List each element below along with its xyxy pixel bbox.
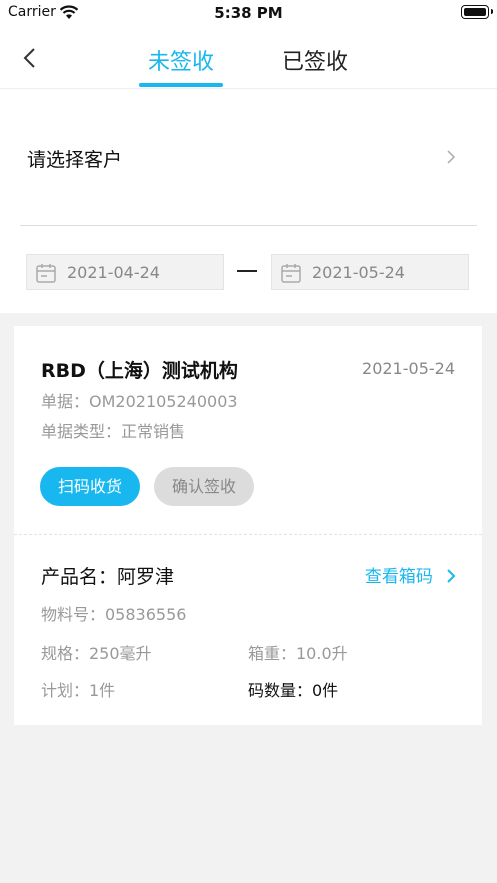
document-type: 单据类型：正常销售 [41,422,186,441]
view-box-code-label: 查看箱码 [364,567,433,587]
order-card: RBD（上海）测试机构 2021-05-24 单据：OM202105240003… [14,326,482,725]
clock-time: 5:38 PM [214,4,283,22]
box-weight: 箱重：10.0升 [248,644,348,663]
product-name: 产品名：阿罗津 [41,566,175,588]
back-icon[interactable] [18,46,42,70]
document-number: 单据：OM202105240003 [41,392,238,411]
confirm-sign-button[interactable]: 确认签收 [154,467,254,506]
start-date-picker[interactable]: 2021-04-24 [26,254,224,290]
chevron-right-icon [447,150,456,164]
date-range-separator [237,270,257,272]
status-bar: Carrier 5:38 PM [0,0,497,26]
filter-panel: 请选择客户 2021-04-24 2021-05-24 [0,89,497,313]
chevron-right-icon [447,569,456,583]
scan-receive-button[interactable]: 扫码收货 [40,467,140,506]
customer-placeholder: 请选择客户 [27,149,123,171]
view-box-code-link[interactable]: 查看箱码 [364,562,456,587]
top-nav: 未签收 已签收 [0,26,497,89]
material-number: 物料号：05836556 [41,605,187,624]
card-divider [14,534,482,535]
calendar-icon [36,264,56,283]
tab-unsigned[interactable]: 未签收 [148,44,214,76]
start-date-value: 2021-04-24 [67,263,160,282]
battery-icon [461,5,493,19]
tab-signed[interactable]: 已签收 [282,44,348,76]
org-name: RBD（上海）测试机构 [41,360,238,382]
calendar-icon [281,264,301,283]
code-quantity: 码数量：0件 [248,681,339,700]
active-tab-indicator [139,83,223,87]
customer-selector[interactable]: 请选择客户 [20,89,477,226]
end-date-value: 2021-05-24 [312,263,405,282]
plan-quantity: 计划：1件 [41,681,116,700]
end-date-picker[interactable]: 2021-05-24 [271,254,469,290]
order-date: 2021-05-24 [362,359,455,378]
spec-value: 规格：250毫升 [41,644,152,663]
